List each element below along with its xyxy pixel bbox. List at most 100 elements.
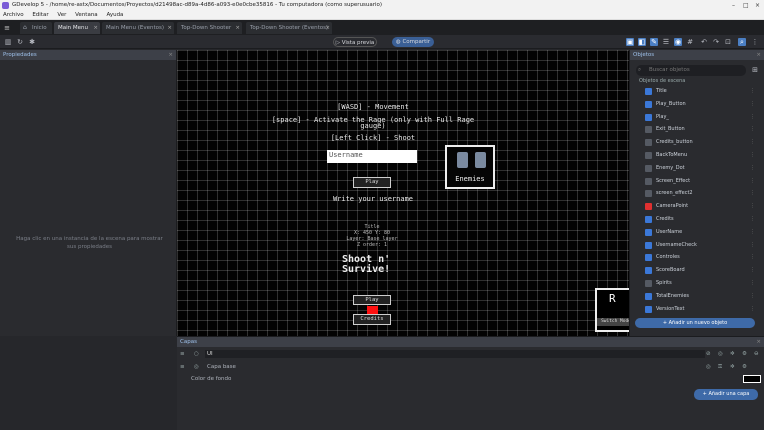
- edit-object-icon[interactable]: ✎: [650, 38, 658, 46]
- object-list-item[interactable]: CameraPoint ⋮: [638, 200, 763, 213]
- scene-canvas[interactable]: [WASD] - Movement [space] - Activate the…: [177, 50, 629, 336]
- maximize-icon[interactable]: □: [743, 0, 749, 11]
- object-list-item[interactable]: Title ⋮: [638, 85, 763, 98]
- more-options-icon[interactable]: ⋮: [750, 187, 755, 200]
- undo-icon[interactable]: ↶: [700, 38, 708, 46]
- object-list-item[interactable]: VersionText ⋮: [638, 303, 763, 316]
- rage-box[interactable]: R Switch Mode: [595, 288, 629, 332]
- more-options-icon[interactable]: ⋮: [750, 290, 755, 303]
- layer-lights-icon[interactable]: ⊘: [706, 348, 711, 360]
- add-layer-button[interactable]: + Añadir una capa: [694, 389, 758, 400]
- tab-main-menu[interactable]: Main Menu ×: [54, 22, 100, 34]
- layer-row-base[interactable]: ≡ ◎ Capa base ◎ ⚿ ✲ ⚙: [177, 361, 764, 373]
- instances-list-icon[interactable]: ☰: [662, 38, 670, 46]
- publish-button[interactable]: ◍ Compartir: [392, 37, 434, 47]
- tab-main-menu-eventos[interactable]: Main Menu (Eventos) ×: [102, 22, 174, 34]
- objects-search-input[interactable]: ⌕ Buscar objetos: [636, 65, 746, 76]
- layer-settings-icon[interactable]: ⚙: [742, 361, 747, 373]
- preview-button[interactable]: ▷ Vista previa: [333, 37, 377, 47]
- more-options-icon[interactable]: ⋮: [750, 200, 755, 213]
- more-options-icon[interactable]: ⋮: [750, 303, 755, 316]
- minimize-icon[interactable]: –: [732, 0, 735, 11]
- object-list-item[interactable]: Credits_button ⋮: [638, 136, 763, 149]
- add-folder-icon[interactable]: ⊞: [751, 66, 759, 74]
- close-panel-icon[interactable]: ×: [168, 50, 173, 60]
- more-options-icon[interactable]: ⋮: [750, 277, 755, 290]
- object-list-item[interactable]: UserName ⋮: [638, 226, 763, 239]
- delete-icon[interactable]: ⊡: [724, 38, 732, 46]
- layers-icon[interactable]: ◧: [638, 38, 646, 46]
- layer-visibility-icon[interactable]: ◎: [194, 361, 199, 373]
- object-list-item[interactable]: TotalEnemies ⋮: [638, 290, 763, 303]
- play-button-2[interactable]: Play: [353, 295, 391, 305]
- menu-ventana[interactable]: Ventana: [75, 11, 98, 20]
- drag-handle-icon[interactable]: ≡: [180, 361, 185, 373]
- menu-archivo[interactable]: Archivo: [3, 11, 24, 20]
- menu-ver[interactable]: Ver: [57, 11, 66, 20]
- project-manager-icon[interactable]: ▥: [4, 38, 12, 46]
- object-list-item[interactable]: Screen_Effect ⋮: [638, 175, 763, 188]
- hamburger-menu-icon[interactable]: ≡: [3, 24, 11, 32]
- more-options-icon[interactable]: ⋮: [750, 226, 755, 239]
- grid-icon[interactable]: #: [686, 38, 694, 46]
- zoom-icon[interactable]: ⌕: [738, 38, 746, 46]
- layer-delete-icon[interactable]: ⊖: [754, 348, 759, 360]
- close-tab-icon[interactable]: ×: [167, 22, 172, 34]
- menu-editar[interactable]: Editar: [32, 11, 48, 20]
- layer-visible-icon[interactable]: ◎: [718, 348, 723, 360]
- close-tab-icon[interactable]: ×: [235, 22, 240, 34]
- layer-name-input[interactable]: [205, 350, 705, 358]
- background-color-swatch[interactable]: [743, 375, 761, 383]
- more-options-icon[interactable]: ⋮: [750, 111, 755, 124]
- object-list-item[interactable]: BackToMenu ⋮: [638, 149, 763, 162]
- layer-visible-icon[interactable]: ◎: [706, 361, 711, 373]
- credits-button-scene[interactable]: Credits: [353, 314, 391, 325]
- more-options-icon[interactable]: ⋮: [750, 162, 755, 175]
- tab-top-down-shooter-eventos[interactable]: Top-Down Shooter (Eventos) ×: [246, 22, 332, 34]
- more-options-icon[interactable]: ⋮: [750, 123, 755, 136]
- object-list-item[interactable]: Controles ⋮: [638, 251, 763, 264]
- layer-lock-icon[interactable]: ⚿: [718, 361, 722, 373]
- properties-icon[interactable]: ◉: [674, 38, 682, 46]
- object-list-item[interactable]: Exit_Button ⋮: [638, 123, 763, 136]
- object-list-item[interactable]: Spirits ⋮: [638, 277, 763, 290]
- more-options-icon[interactable]: ⋮: [750, 213, 755, 226]
- menu-ayuda[interactable]: Ayuda: [106, 11, 123, 20]
- more-options-icon[interactable]: ⋮: [750, 175, 755, 188]
- more-options-icon[interactable]: ⋮: [750, 136, 755, 149]
- play-button-scene[interactable]: Play: [353, 177, 391, 188]
- close-tab-icon[interactable]: ×: [93, 22, 98, 34]
- more-options-icon[interactable]: ⋮: [750, 85, 755, 98]
- object-list-item[interactable]: Play_Button ⋮: [638, 98, 763, 111]
- drag-handle-icon[interactable]: ≡: [180, 348, 185, 360]
- close-panel-icon[interactable]: ×: [756, 50, 761, 60]
- layer-visibility-icon[interactable]: ○: [194, 348, 199, 360]
- game-title[interactable]: Shoot n' Survive!: [342, 255, 390, 275]
- layer-row-ui[interactable]: ≡ ○ ⊘ ◎ ✲ ⚙ ⊖: [177, 348, 764, 360]
- tab-inicio[interactable]: ⌂ Inicio: [20, 22, 52, 34]
- object-list-item[interactable]: screen_effect2 ⋮: [638, 187, 763, 200]
- username-input[interactable]: Username: [327, 150, 417, 163]
- object-list-item[interactable]: Play_ ⋮: [638, 111, 763, 124]
- layer-lock-icon[interactable]: ⚙: [742, 348, 747, 360]
- object-groups-icon[interactable]: ▣: [626, 38, 634, 46]
- debug-icon[interactable]: ✱: [28, 38, 36, 46]
- close-tab-icon[interactable]: ×: [325, 22, 330, 34]
- add-object-button[interactable]: + Añadir un nuevo objeto: [635, 318, 755, 328]
- layer-effects-icon[interactable]: ✲: [730, 348, 735, 360]
- object-list-item[interactable]: UsernameCheck ⋮: [638, 239, 763, 252]
- object-list-item[interactable]: Credits ⋮: [638, 213, 763, 226]
- layer-effects-icon[interactable]: ✲: [730, 361, 735, 373]
- close-icon[interactable]: ×: [755, 0, 760, 11]
- more-options-icon[interactable]: ⋮: [750, 264, 755, 277]
- more-options-icon[interactable]: ⋮: [750, 251, 755, 264]
- close-panel-icon[interactable]: ×: [756, 337, 761, 347]
- object-list-item[interactable]: Enemy_Dot ⋮: [638, 162, 763, 175]
- tab-top-down-shooter[interactable]: Top-Down Shooter ×: [177, 22, 242, 34]
- enemies-box[interactable]: Enemies: [445, 145, 495, 189]
- more-options-icon[interactable]: ⋮: [750, 98, 755, 111]
- redo-icon[interactable]: ↷: [712, 38, 720, 46]
- settings-icon[interactable]: ⋮: [751, 38, 759, 46]
- refresh-icon[interactable]: ↻: [16, 38, 24, 46]
- more-options-icon[interactable]: ⋮: [750, 149, 755, 162]
